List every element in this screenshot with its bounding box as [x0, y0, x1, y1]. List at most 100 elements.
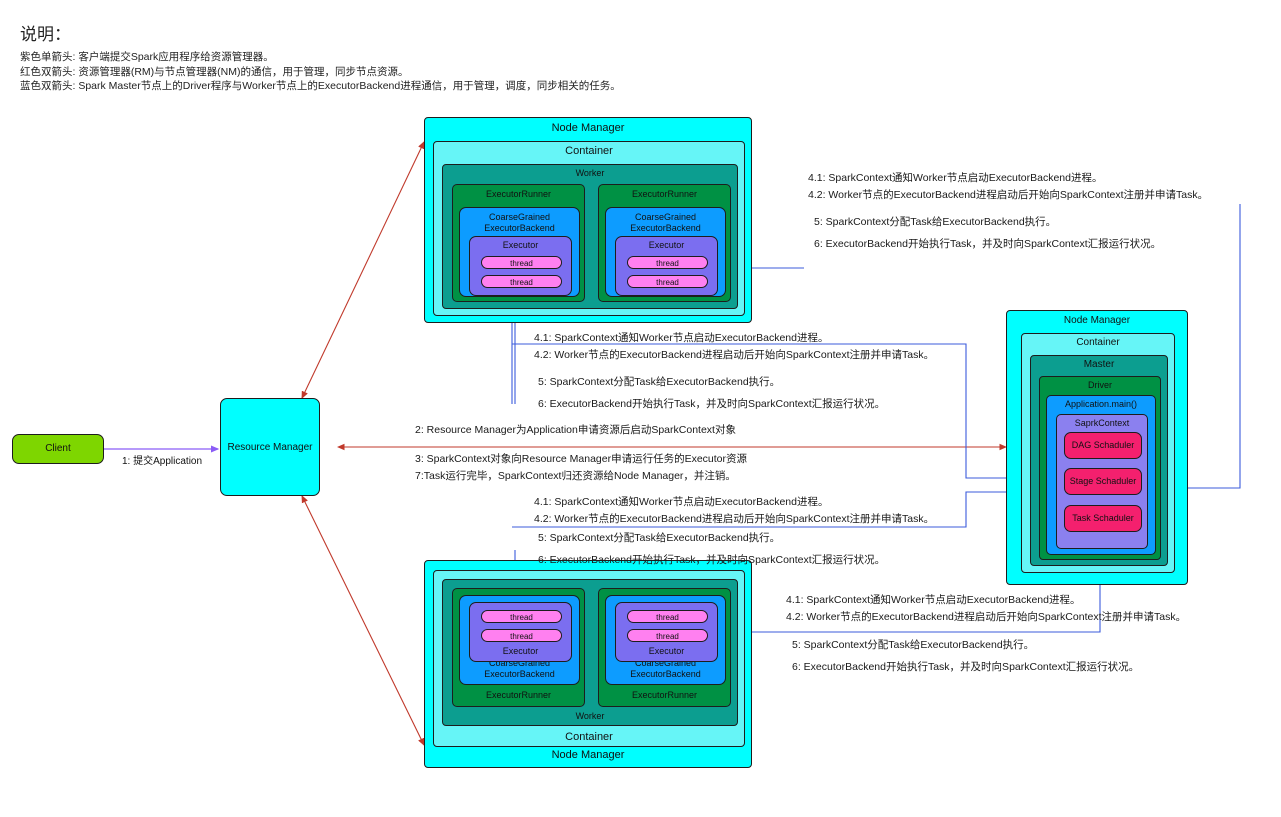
container-master-label: Container — [1076, 337, 1120, 348]
anno-middle-line-41: 4.1: SparkContext通知Worker节点启动ExecutorBac… — [534, 332, 829, 344]
flow-step-3: 3: SparkContext对象向Resource Manager申请运行任务… — [415, 453, 748, 465]
anno-lower-line-42: 4.2: Worker节点的ExecutorBackend进程启动后开始向Spa… — [534, 513, 935, 525]
executor-runner-bottom-2[interactable]: ExecutorRunner CoarseGrained ExecutorBac… — [598, 588, 731, 707]
driver-label: Driver — [1088, 380, 1112, 390]
stage-scheduler-box[interactable]: Stage Schaduler — [1064, 468, 1142, 495]
executor-backend-bottom-2[interactable]: CoarseGrained ExecutorBackend Executor t… — [605, 595, 726, 685]
legend-line-blue: 蓝色双箭头: Spark Master节点上的Driver程序与Worker节点… — [20, 80, 621, 92]
executor-backend-top-1[interactable]: CoarseGrained ExecutorBackend Executor t… — [459, 207, 580, 297]
thread-top-1-b-label: thread — [510, 278, 533, 287]
executor-top-1[interactable]: Executor thread thread — [469, 236, 572, 296]
container-bottom-label: Container — [565, 731, 613, 743]
stage-scheduler-label: Stage Schaduler — [1069, 476, 1137, 486]
client-label: Client — [45, 443, 71, 454]
annotation-middle-41-42: 4.1: SparkContext通知Worker节点启动ExecutorBac… — [534, 330, 934, 364]
executor-runner-top-1[interactable]: ExecutorRunner CoarseGrained ExecutorBac… — [452, 184, 585, 302]
executor-backend-bottom-1-line2: ExecutorBackend — [484, 669, 555, 679]
diagram-canvas: 说明： 紫色单箭头: 客户端提交Spark应用程序给资源管理器。 红色双箭头: … — [0, 0, 1281, 817]
anno-top-right-line-5: 5: SparkContext分配Task给ExecutorBackend执行。 — [814, 216, 1057, 228]
thread-bottom-1-b-label: thread — [510, 632, 533, 641]
thread-top-1-a[interactable]: thread — [481, 256, 562, 269]
driver-box[interactable]: Driver Application.main() SaprkContext D… — [1039, 376, 1161, 560]
executor-top-2-label: Executor — [648, 240, 685, 250]
node-manager-top[interactable]: Node Manager Container Worker ExecutorRu… — [424, 117, 752, 323]
flow-step-7: 7:Task运行完毕，SparkContext归还资源给Node Manager… — [415, 470, 736, 482]
thread-bottom-2-a[interactable]: thread — [627, 610, 708, 623]
worker-top[interactable]: Worker ExecutorRunner CoarseGrained Exec… — [442, 164, 738, 309]
dag-scheduler-label: DAG Schaduler — [1071, 440, 1135, 450]
executor-backend-bottom-1[interactable]: CoarseGrained ExecutorBackend Executor t… — [459, 595, 580, 685]
node-manager-top-label: Node Manager — [551, 122, 625, 134]
executor-runner-bottom-1-label: ExecutorRunner — [485, 690, 552, 700]
spark-context-label: SaprkContext — [1074, 418, 1130, 428]
executor-backend-top-1-line2: ExecutorBackend — [484, 223, 555, 233]
resource-manager-label: Resource Manager — [227, 442, 313, 453]
executor-runner-top-1-label: ExecutorRunner — [485, 189, 552, 199]
worker-bottom[interactable]: Worker ExecutorRunner CoarseGrained Exec… — [442, 579, 738, 726]
thread-bottom-2-a-label: thread — [656, 613, 679, 622]
node-manager-bottom[interactable]: Node Manager Container Worker ExecutorRu… — [424, 560, 752, 768]
executor-bottom-2[interactable]: Executor thread thread — [615, 602, 718, 662]
application-main-label: Application.main() — [1064, 399, 1138, 409]
thread-bottom-2-b[interactable]: thread — [627, 629, 708, 642]
executor-bottom-1[interactable]: Executor thread thread — [469, 602, 572, 662]
annotation-lower-5-6: 5: SparkContext分配Task给ExecutorBackend执行。… — [538, 527, 885, 571]
legend-title: 说明： — [20, 25, 71, 44]
dag-scheduler-box[interactable]: DAG Schaduler — [1064, 432, 1142, 459]
thread-top-1-a-label: thread — [510, 259, 533, 268]
anno-lower-line-6: 6: ExecutorBackend开始执行Task，并及时向SparkCont… — [538, 554, 886, 566]
legend-line-purple: 紫色单箭头: 客户端提交Spark应用程序给资源管理器。 — [20, 51, 274, 63]
node-manager-bottom-label: Node Manager — [551, 749, 625, 761]
anno-middle-line-6: 6: ExecutorBackend开始执行Task，并及时向SparkCont… — [538, 398, 886, 410]
anno-middle-line-42: 4.2: Worker节点的ExecutorBackend进程启动后开始向Spa… — [534, 349, 935, 361]
anno-lower-line-41: 4.1: SparkContext通知Worker节点启动ExecutorBac… — [534, 496, 829, 508]
thread-top-1-b[interactable]: thread — [481, 275, 562, 288]
annotation-middle-5-6: 5: SparkContext分配Task给ExecutorBackend执行。… — [538, 371, 885, 415]
anno-bottom-right-line-42: 4.2: Worker节点的ExecutorBackend进程启动后开始向Spa… — [786, 611, 1187, 623]
resource-manager-box[interactable]: Resource Manager — [220, 398, 320, 496]
client-box[interactable]: Client — [12, 434, 104, 464]
anno-middle-line-5: 5: SparkContext分配Task给ExecutorBackend执行。 — [538, 376, 781, 388]
annotation-lower-41-42: 4.1: SparkContext通知Worker节点启动ExecutorBac… — [534, 494, 934, 528]
master-box[interactable]: Master Driver Application.main() SaprkCo… — [1030, 355, 1168, 566]
executor-backend-top-2-line2: ExecutorBackend — [630, 223, 701, 233]
executor-runner-bottom-1[interactable]: ExecutorRunner CoarseGrained ExecutorBac… — [452, 588, 585, 707]
executor-runner-bottom-2-label: ExecutorRunner — [631, 690, 698, 700]
thread-top-2-a-label: thread — [656, 259, 679, 268]
task-scheduler-box[interactable]: Task Schaduler — [1064, 505, 1142, 532]
legend-lines: 紫色单箭头: 客户端提交Spark应用程序给资源管理器。 红色双箭头: 资源管理… — [20, 50, 621, 94]
anno-bottom-right-line-41: 4.1: SparkContext通知Worker节点启动ExecutorBac… — [786, 594, 1081, 606]
node-manager-master-label: Node Manager — [1063, 315, 1131, 326]
container-top[interactable]: Container Worker ExecutorRunner CoarseGr… — [433, 141, 745, 316]
thread-bottom-1-b[interactable]: thread — [481, 629, 562, 642]
thread-bottom-1-a[interactable]: thread — [481, 610, 562, 623]
executor-backend-top-2-line1: CoarseGrained — [634, 212, 697, 222]
application-main-box[interactable]: Application.main() SaprkContext DAG Scha… — [1046, 395, 1156, 555]
spark-context-box[interactable]: SaprkContext DAG Schaduler Stage Schadul… — [1056, 414, 1148, 549]
arrow-rm-to-nm-bottom — [301, 495, 425, 746]
annotation-bottom-right-5-6: 5: SparkContext分配Task给ExecutorBackend执行。… — [792, 634, 1139, 678]
node-manager-master[interactable]: Node Manager Container Master Driver App… — [1006, 310, 1188, 585]
thread-top-2-b[interactable]: thread — [627, 275, 708, 288]
edge-label-submit-application: 1: 提交Application — [122, 456, 203, 467]
anno-top-right-line-41: 4.1: SparkContext通知Worker节点启动ExecutorBac… — [808, 172, 1103, 184]
anno-lower-line-5: 5: SparkContext分配Task给ExecutorBackend执行。 — [538, 532, 781, 544]
container-master[interactable]: Container Master Driver Application.main… — [1021, 333, 1175, 573]
container-bottom[interactable]: Container Worker ExecutorRunner CoarseGr… — [433, 570, 745, 747]
thread-bottom-1-a-label: thread — [510, 613, 533, 622]
worker-bottom-label: Worker — [575, 711, 605, 721]
executor-bottom-2-label: Executor — [648, 646, 685, 656]
anno-bottom-right-line-5: 5: SparkContext分配Task给ExecutorBackend执行。 — [792, 639, 1035, 651]
executor-backend-bottom-2-line2: ExecutorBackend — [630, 669, 701, 679]
annotation-bottom-right-41-42: 4.1: SparkContext通知Worker节点启动ExecutorBac… — [786, 592, 1186, 626]
anno-top-right-line-6: 6: ExecutorBackend开始执行Task，并及时向SparkCont… — [814, 238, 1162, 250]
task-scheduler-label: Task Schaduler — [1072, 513, 1134, 523]
flow-step-2: 2: Resource Manager为Application申请资源后启动Sp… — [415, 424, 736, 436]
executor-top-2[interactable]: Executor thread thread — [615, 236, 718, 296]
executor-backend-top-2[interactable]: CoarseGrained ExecutorBackend Executor t… — [605, 207, 726, 297]
executor-backend-top-1-line1: CoarseGrained — [488, 212, 551, 222]
container-top-label: Container — [565, 145, 613, 157]
thread-top-2-a[interactable]: thread — [627, 256, 708, 269]
anno-bottom-right-line-6: 6: ExecutorBackend开始执行Task，并及时向SparkCont… — [792, 661, 1140, 673]
executor-runner-top-2[interactable]: ExecutorRunner CoarseGrained ExecutorBac… — [598, 184, 731, 302]
